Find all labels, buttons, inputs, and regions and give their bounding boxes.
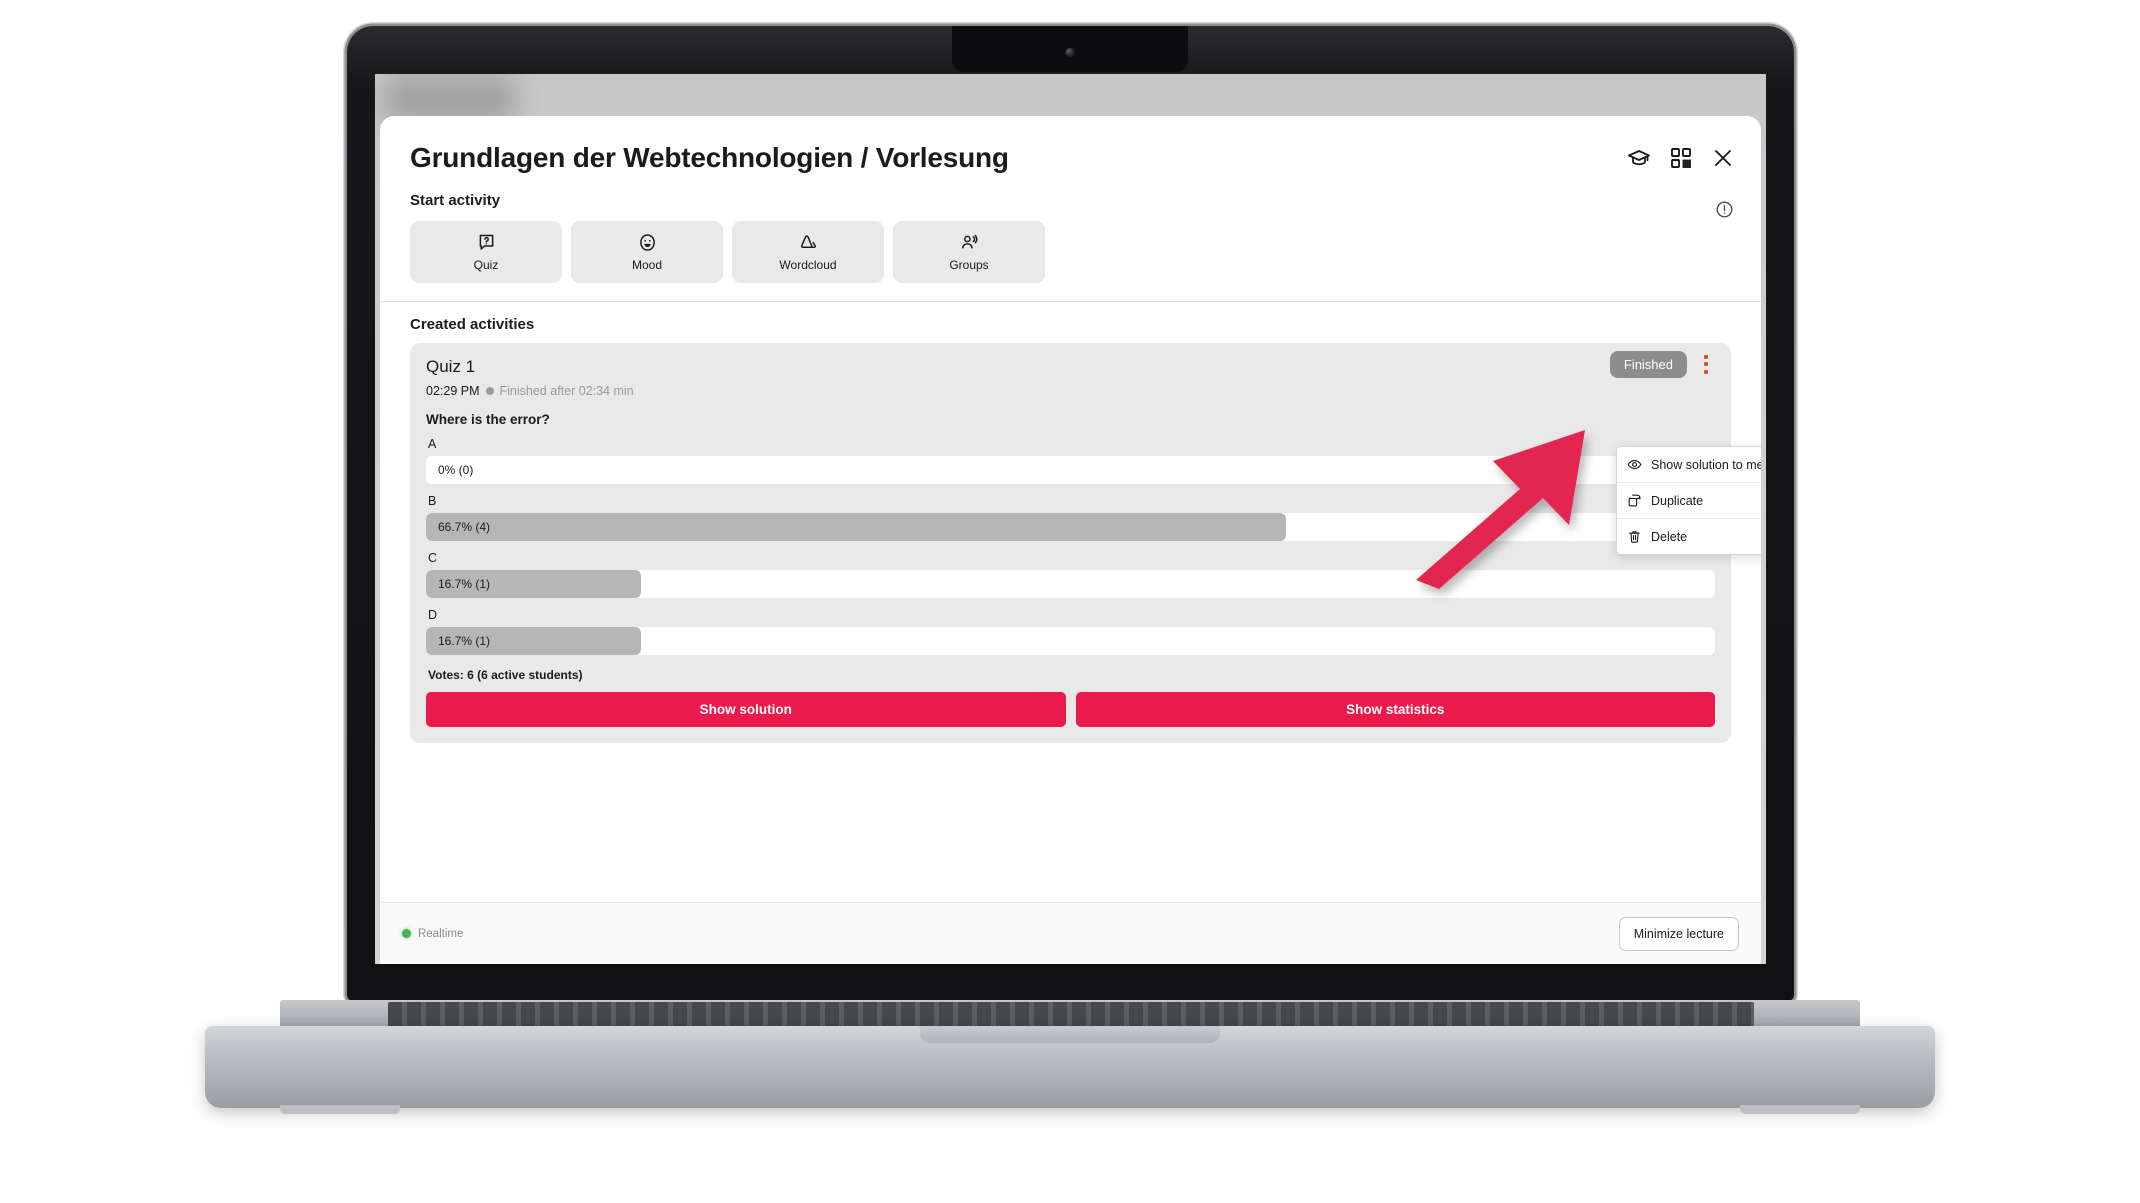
context-menu-label: Show solution to me	[1651, 457, 1761, 472]
info-circle-icon[interactable]	[1715, 200, 1734, 219]
quiz-question-bubble-icon	[476, 232, 497, 253]
answer-bar-label: 16.7% (1)	[438, 634, 491, 648]
kebab-dot	[1704, 362, 1708, 366]
answer-bar-label: 0% (0)	[438, 463, 474, 477]
show-solution-button[interactable]: Show solution	[426, 692, 1066, 727]
cloud-icon	[798, 232, 819, 253]
kebab-dot	[1704, 369, 1708, 374]
laptop-keyboard	[388, 1002, 1754, 1028]
activity-label-wordcloud: Wordcloud	[779, 258, 837, 272]
quiz-status-text: Finished after 02:34 min	[499, 384, 634, 398]
answer-bar-label: 16.7% (1)	[438, 577, 491, 591]
copy-icon	[1627, 493, 1642, 508]
context-menu-label: Delete	[1651, 529, 1688, 544]
laptop-base-notch	[920, 1026, 1220, 1043]
context-menu: Show solution to me Duplicate Delete	[1616, 446, 1761, 555]
quiz-action-row: Show solution Show statistics	[426, 692, 1715, 727]
lecture-modal-window: Grundlagen der Webtechnologien / Vorlesu…	[380, 116, 1761, 964]
webcam	[1065, 48, 1075, 57]
activity-button-wordcloud[interactable]: Wordcloud	[732, 221, 884, 283]
option-letter: C	[428, 551, 438, 565]
option-letter: B	[428, 494, 437, 508]
quiz-time: 02:29 PM	[426, 384, 480, 398]
graduation-cap-icon[interactable]	[1627, 146, 1651, 170]
activity-label-groups: Groups	[949, 258, 989, 272]
modal-content: Start activity Quiz Mood Wordcloud Group…	[380, 184, 1761, 902]
start-activity-label: Start activity	[410, 192, 501, 209]
realtime-status: Realtime	[402, 928, 463, 940]
header-icon-group	[1627, 146, 1735, 170]
page-title: Grundlagen der Webtechnologien / Vorlesu…	[410, 142, 1009, 173]
realtime-label: Realtime	[418, 927, 464, 940]
groups-people-icon	[959, 232, 980, 253]
activity-button-mood[interactable]: Mood	[571, 221, 723, 283]
quiz-meta: 02:29 PM Finished after 02:34 min	[426, 384, 1715, 398]
realtime-dot-icon	[402, 929, 411, 938]
laptop-foot-right	[1740, 1105, 1860, 1114]
qr-code-icon[interactable]	[1669, 146, 1693, 170]
option-letter: A	[428, 437, 437, 451]
votes-line: Votes: 6 (6 active students)	[428, 668, 583, 682]
mood-smiley-icon	[637, 232, 658, 253]
created-activities-section: Created activities Finished Quiz 1 02:29…	[380, 302, 1761, 743]
activity-button-groups[interactable]: Groups	[893, 221, 1045, 283]
info-icon-wrap	[1715, 200, 1734, 219]
option-letter: D	[428, 608, 438, 622]
kebab-dot	[1704, 354, 1708, 359]
eye-icon	[1627, 457, 1642, 472]
activity-label-quiz: Quiz	[473, 258, 499, 272]
answer-bar-a: 0% (0)	[426, 456, 1715, 484]
laptop-screen: Grundlagen der Webtechnologien / Vorlesu…	[375, 74, 1766, 964]
trash-icon	[1627, 529, 1642, 544]
laptop-foot-left	[280, 1105, 400, 1114]
answer-bar-b: 66.7% (4)	[426, 513, 1715, 541]
context-menu-item-show-solution[interactable]: Show solution to me	[1617, 447, 1761, 482]
created-activities-label: Created activities	[410, 316, 535, 333]
quiz-title: Quiz 1	[426, 357, 476, 376]
status-badge: Finished	[1609, 351, 1687, 378]
context-menu-item-duplicate[interactable]: Duplicate	[1617, 482, 1761, 518]
answer-bar-label: 66.7% (4)	[438, 520, 491, 534]
status-dot-icon	[485, 387, 494, 395]
answer-bar-c: 16.7% (1)	[426, 570, 1715, 598]
quiz-question: Where is the error?	[426, 412, 550, 427]
start-activity-buttons: Quiz Mood Wordcloud Groups	[380, 209, 1761, 301]
answer-bar-d: 16.7% (1)	[426, 627, 1715, 655]
context-menu-item-delete[interactable]: Delete	[1617, 518, 1761, 554]
app-header: Grundlagen der Webtechnologien / Vorlesu…	[380, 116, 1761, 218]
show-statistics-button[interactable]: Show statistics	[1075, 692, 1715, 727]
activity-button-quiz[interactable]: Quiz	[410, 221, 562, 283]
context-menu-label: Duplicate	[1651, 493, 1704, 508]
quiz-activity-card: Finished Quiz 1 02:29 PM Finished after …	[410, 343, 1731, 743]
close-icon[interactable]	[1711, 146, 1735, 170]
answer-bar-fill	[426, 513, 1286, 541]
minimize-lecture-button[interactable]: Minimize lecture	[1618, 916, 1739, 951]
screenshot-stage: Grundlagen der Webtechnologien / Vorlesu…	[0, 0, 2140, 1203]
activity-label-mood: Mood	[631, 258, 663, 272]
more-vertical-icon[interactable]	[1697, 351, 1715, 377]
app-footer: Realtime Minimize lecture	[380, 902, 1761, 964]
